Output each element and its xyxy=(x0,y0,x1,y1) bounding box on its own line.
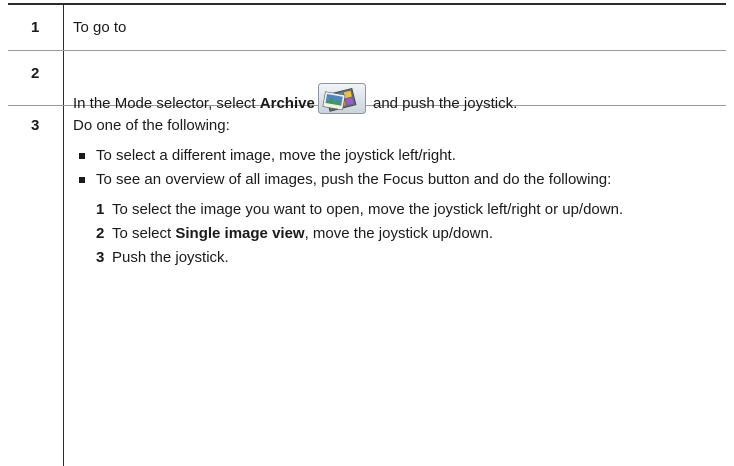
step-content: Do one of the following: To select a dif… xyxy=(64,106,726,466)
substep-text: To select the image you want to open, mo… xyxy=(112,201,624,218)
step-row-1: 1 To go to xyxy=(8,5,726,51)
substep-item: 2 To select Single image view, move the … xyxy=(96,223,726,245)
list-item: To see an overview of all images, push t… xyxy=(73,169,726,191)
substep-item: 1 To select the image you want to open, … xyxy=(96,199,726,221)
bullet-list: To select a different image, move the jo… xyxy=(73,145,726,191)
step-number: 3 xyxy=(8,106,64,466)
step-intro: Do one of the following: xyxy=(73,117,230,134)
bullet-icon xyxy=(79,153,85,159)
substep-text: Push the joystick. xyxy=(112,249,229,266)
step-number: 2 xyxy=(8,51,64,105)
steps-table: 1 To go to 2 In the Mode selector, selec… xyxy=(8,3,726,466)
substep-text-after: , move the joystick up/down. xyxy=(304,225,494,242)
substep-number: 3 xyxy=(96,249,105,266)
step-row-2: 2 In the Mode selector, select Archive a… xyxy=(8,51,726,114)
step-row-3: 3 Do one of the following: To select a d… xyxy=(8,106,726,466)
bullet-text: To select a different image, move the jo… xyxy=(96,147,456,164)
list-item: To select a different image, move the jo… xyxy=(73,145,726,167)
bullet-icon xyxy=(79,177,85,183)
step-text: To go to xyxy=(73,19,127,36)
substep-item: 3 Push the joystick. xyxy=(96,247,726,269)
substep-text-before: To select xyxy=(112,225,176,242)
substep-number: 1 xyxy=(96,201,105,218)
step-text: In the Mode selector, select Archive and… xyxy=(64,51,726,114)
step-number: 1 xyxy=(8,5,64,50)
bullet-text: To see an overview of all images, push t… xyxy=(96,171,612,188)
substep-number: 2 xyxy=(96,225,105,242)
substep-list: 1 To select the image you want to open, … xyxy=(96,199,726,269)
single-image-view-label: Single image view xyxy=(175,225,305,242)
